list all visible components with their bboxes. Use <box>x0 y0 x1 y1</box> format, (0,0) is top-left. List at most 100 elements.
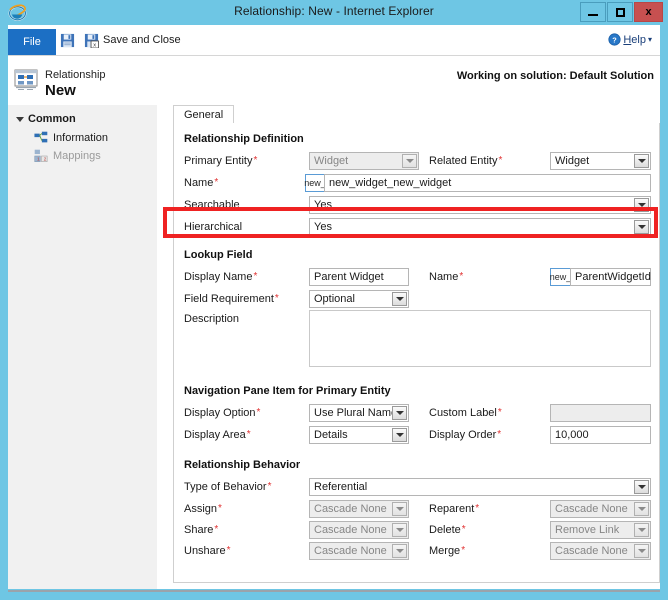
label-share: Share* <box>184 524 218 536</box>
field-type-of-behavior[interactable]: Referential <box>309 478 651 496</box>
label-delete: Delete* <box>429 524 466 536</box>
field-display-option[interactable]: Use Plural Name <box>309 404 409 422</box>
chevron-down-icon[interactable] <box>634 198 649 212</box>
label-display-order: Display Order* <box>429 429 501 441</box>
field-display-name[interactable]: Parent Widget <box>309 268 409 286</box>
ribbon-toolbar: File x Save and Close ? Help ▾ <box>8 25 660 55</box>
help-icon: ? <box>608 33 621 46</box>
field-merge[interactable]: Cascade None <box>550 542 651 560</box>
minimize-icon <box>588 14 598 16</box>
entity-kind-label: Relationship <box>45 69 106 81</box>
save-and-close-icon[interactable]: x <box>84 33 99 48</box>
required-marker: * <box>227 545 231 556</box>
label-merge: Merge* <box>429 545 465 557</box>
chevron-down-icon[interactable]: ▾ <box>648 35 652 44</box>
collapse-triangle-icon[interactable] <box>16 117 24 122</box>
required-marker: * <box>257 407 261 418</box>
chevron-down-icon[interactable] <box>392 428 407 442</box>
label-display-area: Display Area* <box>184 429 251 441</box>
field-primary-entity[interactable]: Widget <box>309 152 419 170</box>
required-marker: * <box>218 503 222 514</box>
field-related-entity[interactable]: Widget <box>550 152 651 170</box>
file-tab[interactable]: File <box>8 29 56 55</box>
section-title-lookup-field: Lookup Field <box>184 249 252 261</box>
form-container: Relationship Definition Primary Entity* … <box>173 123 660 583</box>
chevron-down-icon[interactable] <box>634 220 649 234</box>
field-relationship-name[interactable]: new_widget_new_widget <box>324 174 651 192</box>
information-icon <box>34 131 48 145</box>
label-primary-entity: Primary Entity* <box>184 155 257 167</box>
sidebar-item-information[interactable]: Information <box>34 131 108 145</box>
section-title-relationship-definition: Relationship Definition <box>184 133 304 145</box>
application-window: Relationship: New - Internet Explorer x … <box>0 0 668 600</box>
mappings-icon: 1 2 <box>34 149 48 163</box>
sidebar-group-label: Common <box>28 113 76 125</box>
field-display-area[interactable]: Details <box>309 426 409 444</box>
field-lookup-name[interactable]: ParentWidgetId <box>570 268 651 286</box>
required-marker: * <box>247 429 251 440</box>
title-bar: Relationship: New - Internet Explorer x <box>0 0 668 25</box>
sidebar-item-mappings[interactable]: 1 2 Mappings <box>34 149 101 163</box>
svg-text:x: x <box>93 43 96 49</box>
section-title-navigation-pane: Navigation Pane Item for Primary Entity <box>184 385 391 397</box>
save-and-close-label[interactable]: Save and Close <box>103 34 181 46</box>
chevron-down-icon[interactable] <box>392 406 407 420</box>
required-marker: * <box>462 524 466 535</box>
maximize-button[interactable] <box>607 2 633 22</box>
field-unshare[interactable]: Cascade None <box>309 542 409 560</box>
chevron-down-icon[interactable] <box>634 480 649 494</box>
section-title-relationship-behavior: Relationship Behavior <box>184 459 300 471</box>
tab-general[interactable]: General <box>173 105 234 124</box>
entity-header: Relationship New Working on solution: De… <box>8 56 660 104</box>
chevron-down-icon[interactable] <box>634 523 649 537</box>
sidebar-item-label: Information <box>53 132 108 144</box>
field-reparent[interactable]: Cascade None <box>550 500 651 518</box>
chevron-down-icon[interactable] <box>392 502 407 516</box>
field-description[interactable] <box>309 310 651 367</box>
required-marker: * <box>253 155 257 166</box>
field-searchable[interactable]: Yes <box>309 196 651 214</box>
field-delete[interactable]: Remove Link <box>550 521 651 539</box>
field-custom-label[interactable] <box>550 404 651 422</box>
chevron-down-icon[interactable] <box>634 544 649 558</box>
label-reparent: Reparent* <box>429 503 479 515</box>
required-marker: * <box>214 177 218 188</box>
field-assign[interactable]: Cascade None <box>309 500 409 518</box>
label-assign: Assign* <box>184 503 222 515</box>
tab-strip: General <box>173 105 660 124</box>
required-marker: * <box>253 271 257 282</box>
required-marker: * <box>459 271 463 282</box>
chevron-down-icon[interactable] <box>392 523 407 537</box>
label-field-requirement: Field Requirement* <box>184 293 279 305</box>
navigation-sidebar: Common Information 1 2 <box>8 105 157 589</box>
label-custom-label: Custom Label* <box>429 407 502 419</box>
label-display-name: Display Name* <box>184 271 257 283</box>
sidebar-item-label: Mappings <box>53 150 101 162</box>
page-title: New <box>45 82 76 99</box>
chevron-down-icon[interactable] <box>634 154 649 168</box>
window-bottom-edge <box>8 590 660 592</box>
prefix-lookup-name: new_ <box>550 268 571 286</box>
required-marker: * <box>498 407 502 418</box>
field-field-requirement[interactable]: Optional <box>309 290 409 308</box>
help-button[interactable]: ? Help ▾ <box>608 33 652 46</box>
sidebar-group-common[interactable]: Common <box>16 113 76 125</box>
chevron-down-icon[interactable] <box>392 544 407 558</box>
minimize-button[interactable] <box>580 2 606 22</box>
label-relationship-name: Name* <box>184 177 218 189</box>
svg-text:?: ? <box>613 35 618 44</box>
close-button[interactable]: x <box>634 2 663 22</box>
required-marker: * <box>275 293 279 304</box>
save-icon[interactable] <box>60 33 75 48</box>
window-title: Relationship: New - Internet Explorer <box>0 4 668 18</box>
chevron-down-icon[interactable] <box>392 292 407 306</box>
label-related-entity: Related Entity* <box>429 155 502 167</box>
field-display-order[interactable]: 10,000 <box>550 426 651 444</box>
chevron-down-icon[interactable] <box>634 502 649 516</box>
content-area: Relationship New Working on solution: De… <box>8 56 660 589</box>
field-hierarchical[interactable]: Yes <box>309 218 651 236</box>
chevron-down-icon[interactable] <box>402 154 417 168</box>
label-type-of-behavior: Type of Behavior* <box>184 481 271 493</box>
field-share[interactable]: Cascade None <box>309 521 409 539</box>
help-label[interactable]: Help <box>623 34 646 46</box>
